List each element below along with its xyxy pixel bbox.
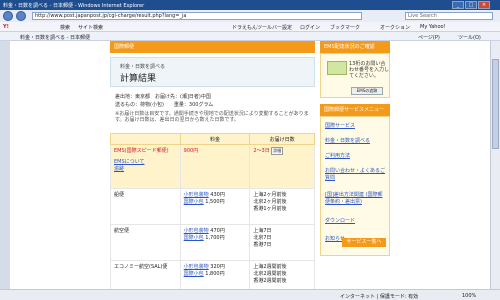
toolbar-site-search[interactable]: サイト検索 <box>78 24 103 31</box>
ems-price: 900円 <box>179 144 251 189</box>
sidebar-item-download[interactable]: ダウンロード <box>325 217 355 224</box>
sidebar-item-faq[interactable]: お問い合わせ・よくあるご質問 <box>325 167 387 181</box>
zoom-level[interactable]: 100% <box>462 293 476 299</box>
days-shanghai: 上海2ヶ月前後 <box>253 192 287 198</box>
col-price: 料金 <box>179 133 251 145</box>
from-to: 差出地：東京都 お届け先：(瀬]日者)中国 <box>115 94 211 100</box>
sidebar: 13桁のお問い合わせ番号を入力してください。 EMSの追跡 国際郵便サービスメニ… <box>320 53 390 289</box>
result-panel: 料金・日数を調べる 計算結果 差出地：東京都 お届け先：(瀬]日者)中国 送るも… <box>110 53 315 297</box>
parcel-price: 1,800円 <box>205 271 225 277</box>
ems-tracking-text: 13桁のお問い合わせ番号を入力してください。 <box>349 61 390 79</box>
sidebar-item-rates[interactable]: 料金・日数を調べる <box>325 137 370 144</box>
search-input[interactable]: Live Search <box>405 12 493 20</box>
toolbar-doraemon[interactable]: ドラえもんツールバー設定 <box>232 24 292 31</box>
section-header: 国際郵便 <box>110 41 315 53</box>
days-beijing: 北京2週間前後 <box>253 271 287 277</box>
ems-track-button[interactable]: EMSの追跡 <box>351 87 383 95</box>
table-row: 航空便 小形包装物 470円 国際小包 1,700円 上海7日 北京7日 香港7… <box>110 224 315 261</box>
service-list-button[interactable]: サービス一覧へ <box>342 238 386 247</box>
service-menu-header: 国際郵便サービスメニュー <box>320 104 390 116</box>
address-area: http://www.post.japanpost.jp/cgi-charge/… <box>0 10 500 22</box>
parcel-price: 1,500円 <box>205 199 225 205</box>
ems-cell: EMS(国際スピード郵便) EMSについて 追跡 <box>110 144 181 189</box>
row-service: 航空便 <box>110 224 181 261</box>
days-hongkong: 香港2週間前後 <box>253 278 287 284</box>
page-title: 計算結果 <box>120 74 157 84</box>
yahoo-logo[interactable]: Y! <box>3 24 9 30</box>
status-bar: インターネット | 保護モード: 有効 100% <box>0 289 500 300</box>
panel-subtitle: 料金・日数を調べる <box>120 64 166 70</box>
tools-menu[interactable]: ツール(O) <box>458 34 481 41</box>
scrollbar-thumb[interactable] <box>492 59 499 149</box>
ems-tracking-box: 13桁のお問い合わせ番号を入力してください。 EMSの追跡 <box>320 53 390 98</box>
address-input[interactable]: http://www.post.japanpost.jp/cgi-charge/… <box>32 12 362 20</box>
days-shanghai: 上海2週間前後 <box>253 264 287 270</box>
row-days-cell: 上海2ヶ月前後 北京2ヶ月前後 香港1ヶ月前後 <box>249 188 315 225</box>
result-table: 料金 お届け日数 EMS(国際スピード郵便) EMSについて 追跡 900円 2… <box>110 133 315 297</box>
shipment-info: 差出地：東京都 お届け先：(瀬]日者)中国 送るもの：荷物(小包) 重量：300… <box>115 93 213 109</box>
tab-current[interactable]: 料金・日数を調べる - 日本郵便 <box>20 34 90 41</box>
tab-bar: 料金・日数を調べる - 日本郵便 ページ(P) ツール(O) <box>0 32 500 41</box>
security-zone: インターネット | 保護モード: 有効 <box>340 294 419 300</box>
row-price-cell: 小形包装物 470円 国際小包 1,700円 <box>179 224 251 261</box>
vertical-scrollbar[interactable] <box>490 41 500 289</box>
toolbar-auction[interactable]: オークション <box>380 24 410 31</box>
toolbar-login[interactable]: ログイン <box>300 24 320 31</box>
page-content: 国際郵便 EMS配達状況のご確認 料金・日数を調べる 計算結果 差出地：東京都 … <box>10 41 490 297</box>
ems-name: EMS(国際スピード郵便) <box>114 148 169 154</box>
parcel-link[interactable]: 国際小包 <box>184 235 204 241</box>
result-header-box: 料金・日数を調べる 計算結果 <box>110 57 315 87</box>
ems-tracking-header: EMS配達状況のご確認 <box>320 41 390 53</box>
sidebar-item-forms[interactable]: [国]差出方法関連 (国際郵便条約・差出票) <box>325 191 387 205</box>
delivery-note: ※お届け日数は目安です。通関手続きや現地での配送状況により変動することがあります… <box>115 111 309 123</box>
ems-about-link[interactable]: EMSについて <box>114 158 177 165</box>
days-beijing: 北京7日 <box>253 235 272 241</box>
days-beijing: 北京2ヶ月前後 <box>253 199 287 205</box>
content-weight: 送るもの：荷物(小包) 重量：300グラム <box>115 102 214 108</box>
back-button[interactable] <box>3 11 13 21</box>
col-service <box>110 133 181 145</box>
row-price-cell: 小形包装物 430円 国際小包 1,500円 <box>179 188 251 225</box>
forward-button[interactable] <box>16 11 26 21</box>
parcel-price: 1,700円 <box>205 235 225 241</box>
maximize-button[interactable]: □ <box>465 1 477 9</box>
ems-days-detail-button[interactable]: 詳細 <box>271 147 284 155</box>
table-row: 船便 小形包装物 430円 国際小包 1,500円 上海2ヶ月前後 北京2ヶ月前… <box>110 188 315 225</box>
row-days-cell: 上海7日 北京7日 香港7日 <box>249 224 315 261</box>
service-menu: 国際サービス 料金・日数を調べる ご利用方法 お問い合わせ・よくあるご質問 [国… <box>320 116 390 256</box>
parcel-link[interactable]: 国際小包 <box>184 199 204 205</box>
col-days: お届け日数 <box>249 133 315 145</box>
toolbar-my-yahoo[interactable]: My Yahoo! <box>420 24 446 30</box>
days-shanghai: 上海7日 <box>253 228 272 234</box>
sidebar-item-howto[interactable]: ご利用方法 <box>325 152 350 159</box>
days-hongkong: 香港1ヶ月前後 <box>253 206 287 212</box>
row-service: 船便 <box>110 188 181 225</box>
parcel-link[interactable]: 国際小包 <box>184 271 204 277</box>
close-button[interactable]: × <box>478 1 490 9</box>
ems-days-cell: 2〜3日 詳細 <box>249 144 315 189</box>
table-row-ems: EMS(国際スピード郵便) EMSについて 追跡 900円 2〜3日 詳細 <box>110 144 315 189</box>
yahoo-toolbar: Y! 検索 サイト検索 ドラえもんツールバー設定 ログイン ブックマーク オーク… <box>0 22 500 32</box>
minimize-button[interactable]: _ <box>452 1 464 9</box>
ems-illustration <box>327 61 347 75</box>
days-hongkong: 香港7日 <box>253 242 272 248</box>
ems-track-link[interactable]: 追跡 <box>114 165 177 172</box>
sidebar-item-services[interactable]: 国際サービス <box>325 122 355 129</box>
ems-days: 2〜3日 <box>253 148 270 154</box>
toolbar-bookmark[interactable]: ブックマーク <box>330 24 360 31</box>
page-menu[interactable]: ページ(P) <box>418 34 440 41</box>
window-title: 料金・日数を調べる - 日本郵便 - Windows Internet Expl… <box>3 2 145 9</box>
title-bar: 料金・日数を調べる - 日本郵便 - Windows Internet Expl… <box>0 0 500 10</box>
toolbar-search[interactable]: 検索 <box>60 24 70 31</box>
